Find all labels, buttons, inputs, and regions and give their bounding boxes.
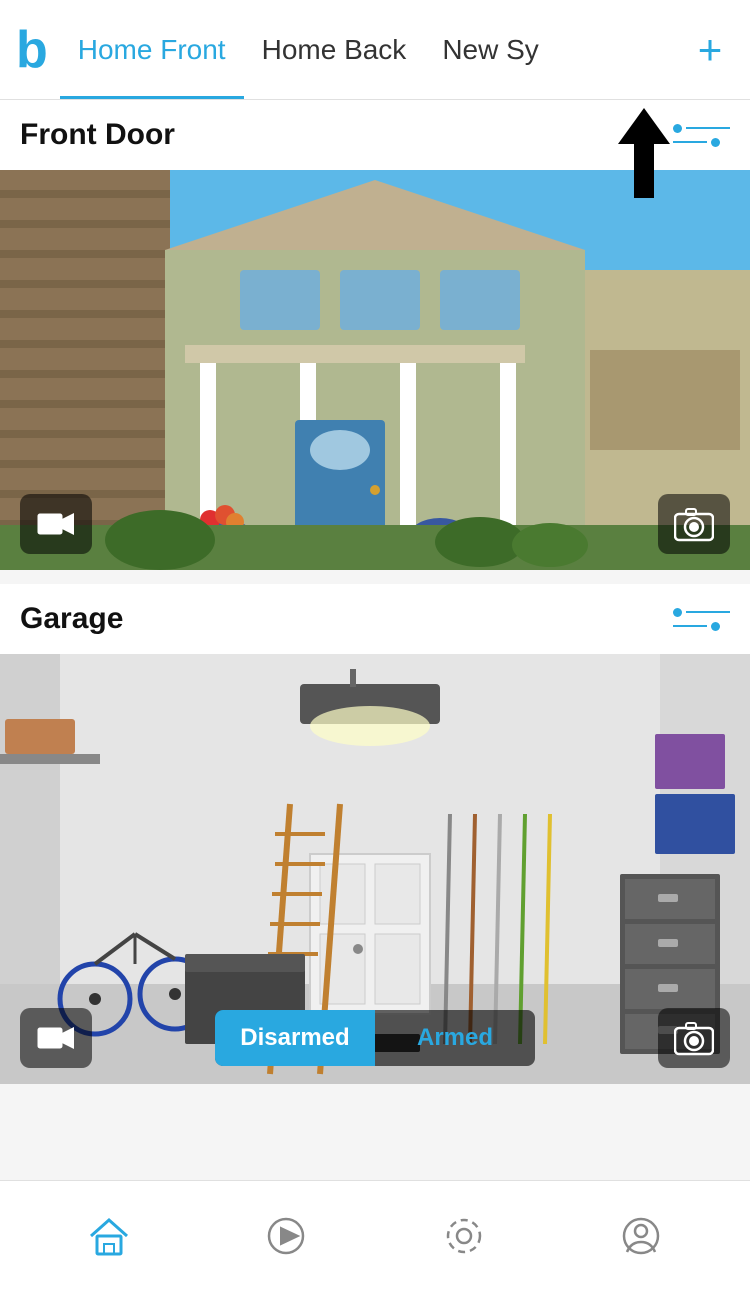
garage-title: Garage	[20, 602, 123, 636]
tab-home-front[interactable]: Home Front	[60, 0, 244, 99]
garage-header: Garage	[0, 584, 750, 654]
arrow-up-icon	[618, 108, 670, 198]
arm-toggle: Disarmed Armed	[215, 1010, 535, 1066]
app-logo: b	[16, 24, 48, 76]
garage-filter-button[interactable]	[673, 608, 730, 631]
play-icon	[264, 1214, 308, 1258]
filter-dot-2	[711, 138, 720, 147]
upload-arrow-overlay	[618, 108, 670, 198]
account-icon	[619, 1214, 663, 1258]
photo-camera-icon	[674, 506, 714, 542]
settings-icon	[442, 1214, 486, 1258]
filter-line-1	[686, 127, 730, 129]
video-camera-icon-2	[37, 1023, 75, 1053]
garage-section: Garage	[0, 584, 750, 1084]
video-camera-icon	[37, 509, 75, 539]
garage-snapshot-button[interactable]	[658, 1008, 730, 1068]
garage-overlay: Disarmed Armed	[0, 992, 750, 1084]
front-door-camera-feed	[0, 170, 750, 570]
nav-settings[interactable]	[424, 1196, 504, 1276]
garage-video-button[interactable]	[20, 1008, 92, 1068]
nav-home[interactable]	[69, 1196, 149, 1276]
nav-account[interactable]	[601, 1196, 681, 1276]
garage-camera-feed: Disarmed Armed	[0, 654, 750, 1084]
armed-button[interactable]: Armed	[375, 1010, 535, 1066]
disarmed-button[interactable]: Disarmed	[215, 1010, 375, 1066]
plus-icon: +	[698, 29, 723, 71]
home-icon	[87, 1214, 131, 1258]
photo-camera-icon-2	[674, 1020, 714, 1056]
nav-playback[interactable]	[246, 1196, 326, 1276]
filter-dot-1	[673, 124, 682, 133]
front-door-title: Front Door	[20, 118, 175, 152]
tab-new-sy[interactable]: New Sy	[424, 0, 556, 99]
front-door-snapshot-button[interactable]	[658, 494, 730, 554]
add-system-button[interactable]: +	[686, 26, 734, 74]
bottom-nav	[0, 1180, 750, 1290]
front-door-overlay	[0, 478, 750, 570]
tab-home-back[interactable]: Home Back	[244, 0, 425, 99]
scroll-area: Front Door	[0, 100, 750, 1180]
filter-line-2	[673, 141, 707, 143]
filter-dot-3	[673, 608, 682, 617]
tab-bar: Home Front Home Back New Sy	[60, 0, 686, 99]
front-door-video-button[interactable]	[20, 494, 92, 554]
header: b Home Front Home Back New Sy +	[0, 0, 750, 100]
filter-line-4	[673, 625, 707, 627]
filter-line-3	[686, 611, 730, 613]
filter-dot-4	[711, 622, 720, 631]
front-door-filter-button[interactable]	[673, 124, 730, 147]
